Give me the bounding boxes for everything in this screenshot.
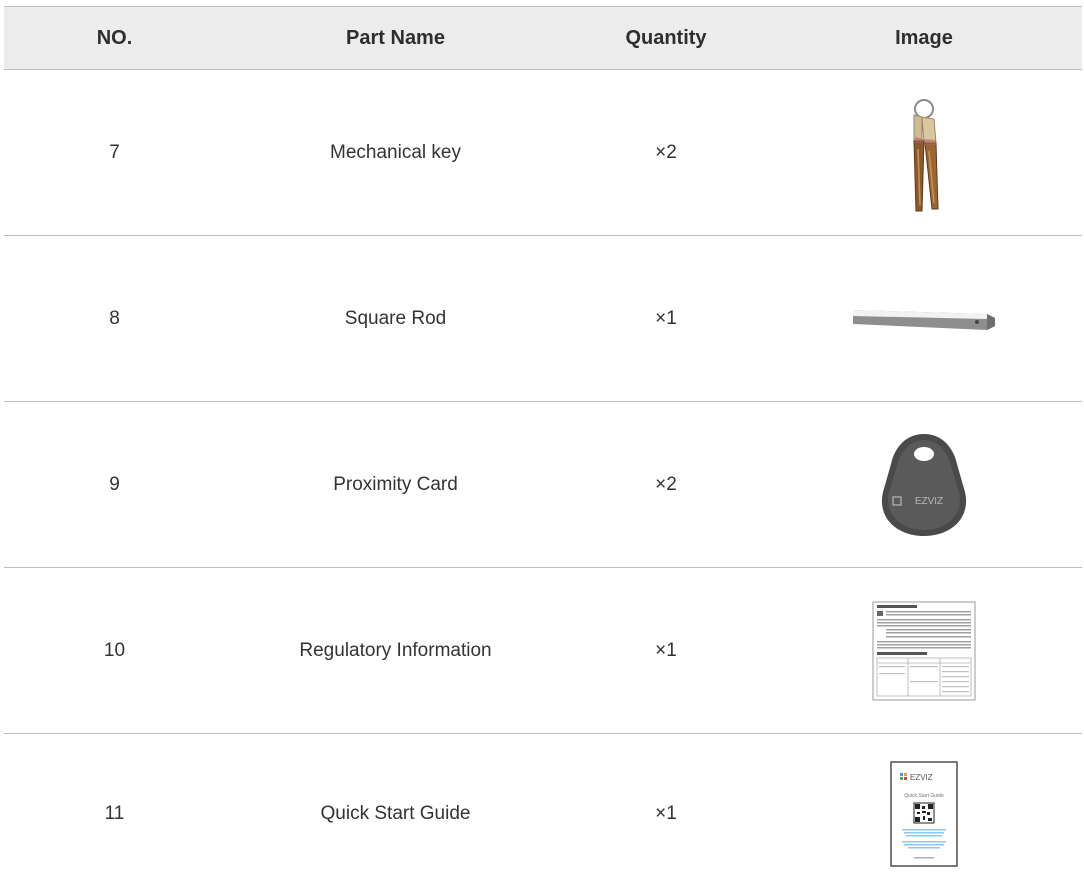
header-quantity: Quantity [566, 7, 766, 70]
row-part-name: Mechanical key [225, 70, 566, 236]
row-image: EZVIZ Quick Start Guide [766, 734, 1082, 894]
regulatory-information-icon [872, 601, 976, 701]
row-image [766, 568, 1082, 734]
header-no: NO. [4, 7, 225, 70]
mechanical-key-icon [894, 93, 954, 213]
header-row: NO. Part Name Quantity Image [4, 7, 1082, 70]
header-image: Image [766, 7, 1082, 70]
table-row: 7 Mechanical key ×2 [4, 70, 1082, 236]
qr-code-icon [914, 803, 934, 823]
guide-cover-title: Quick Start Guide [904, 793, 944, 799]
proximity-card-icon: EZVIZ [879, 430, 969, 540]
table-row: 10 Regulatory Information ×1 [4, 568, 1082, 734]
header-part-name: Part Name [225, 7, 566, 70]
row-image [766, 70, 1082, 236]
square-rod-icon [849, 304, 999, 334]
table-body: 7 Mechanical key ×2 8 Square Rod ×1 [4, 70, 1082, 894]
row-part-name: Square Rod [225, 236, 566, 402]
row-number: 10 [4, 568, 225, 734]
row-quantity: ×1 [566, 568, 766, 734]
row-image: EZVIZ [766, 402, 1082, 568]
row-part-name: Regulatory Information [225, 568, 566, 734]
table-row: 8 Square Rod ×1 [4, 236, 1082, 402]
table-header: NO. Part Name Quantity Image [4, 7, 1082, 70]
row-quantity: ×1 [566, 236, 766, 402]
card-logo-text: EZVIZ [915, 496, 943, 507]
row-number: 7 [4, 70, 225, 236]
row-image [766, 236, 1082, 402]
row-quantity: ×2 [566, 70, 766, 236]
table-row: 9 Proximity Card ×2 EZVIZ [4, 402, 1082, 568]
row-number: 11 [4, 734, 225, 894]
row-number: 9 [4, 402, 225, 568]
quick-start-guide-icon: EZVIZ Quick Start Guide [890, 761, 958, 867]
table-row: 11 Quick Start Guide ×1 EZVIZ Quick Star… [4, 734, 1082, 894]
row-part-name: Proximity Card [225, 402, 566, 568]
row-part-name: Quick Start Guide [225, 734, 566, 894]
row-quantity: ×1 [566, 734, 766, 894]
row-number: 8 [4, 236, 225, 402]
row-quantity: ×2 [566, 402, 766, 568]
guide-logo-text: EZVIZ [910, 773, 933, 782]
parts-table: NO. Part Name Quantity Image 7 Mechanica… [4, 6, 1082, 894]
